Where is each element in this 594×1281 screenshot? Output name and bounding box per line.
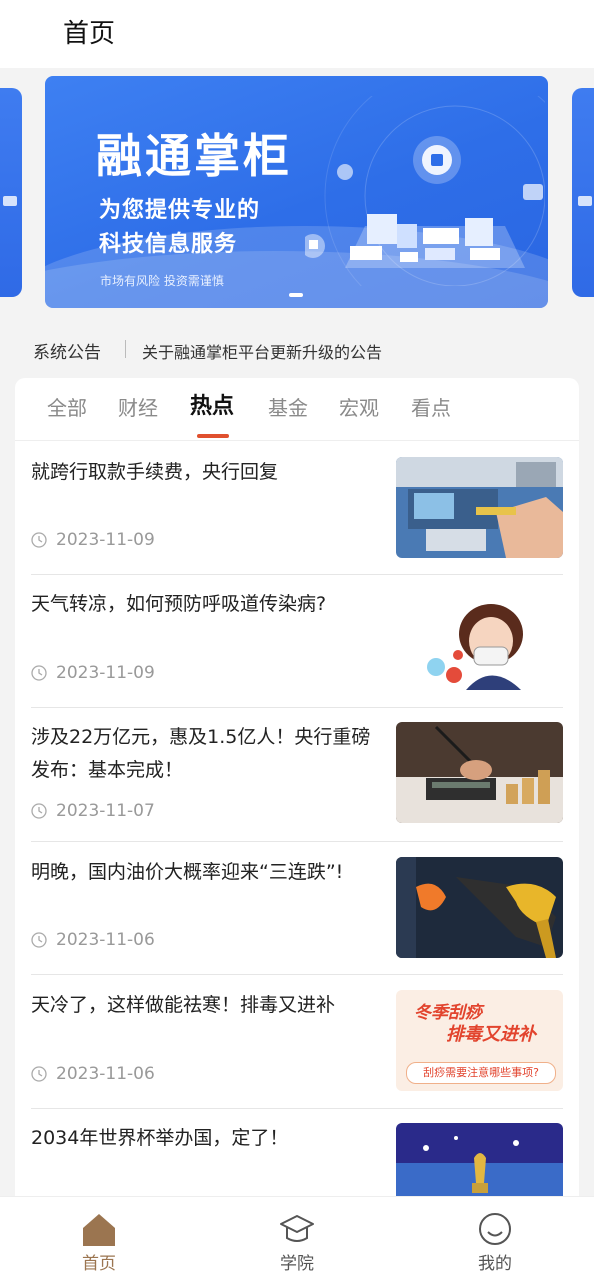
news-date-text: 2023-11-07 (56, 801, 155, 821)
news-title[interactable]: 涉及22万亿元，惠及1.5亿人！央行重磅发布：基本完成！ (31, 721, 376, 787)
news-title[interactable]: 天冷了，这样做能祛寒！排毒又进补 (31, 989, 376, 1022)
tab-finance[interactable]: 财经 (118, 394, 158, 422)
system-notice-bar[interactable]: 系统公告 关于融通掌柜平台更新升级的公告 (0, 325, 594, 373)
graduation-cap-icon (280, 1215, 314, 1242)
notice-tag: 系统公告 (33, 343, 101, 363)
news-date: 2023-11-09 (31, 530, 155, 550)
news-item[interactable]: 就跨行取款手续费，央行回复 2023-11-09 (31, 456, 563, 575)
active-tab-indicator (197, 434, 229, 438)
news-item[interactable]: 天气转凉，如何预防呼吸道传染病? 2023-11-09 (31, 588, 563, 708)
news-thumbnail-fuel-nozzle[interactable] (396, 857, 563, 958)
banner-slide[interactable]: 融通掌柜 为您提供专业的 科技信息服务 市场有风险 投资需谨慎 (45, 76, 548, 308)
home-icon (83, 1214, 115, 1246)
news-item[interactable]: 涉及22万亿元，惠及1.5亿人！央行重磅发布：基本完成！ 2023-11-07 (31, 721, 563, 842)
banner-prev-peek[interactable] (0, 88, 22, 297)
nav-mine-label: 我的 (478, 1254, 512, 1274)
nav-academy[interactable]: 学院 (237, 1197, 357, 1281)
carousel-indicator[interactable] (289, 293, 303, 297)
news-date: 2023-11-09 (31, 663, 155, 683)
notice-divider (125, 340, 126, 358)
news-item[interactable]: 天冷了，这样做能祛寒！排毒又进补 2023-11-06 冬季刮痧 排毒又进补 刮… (31, 989, 563, 1109)
tab-all[interactable]: 全部 (47, 394, 87, 422)
page-title: 首页 (63, 19, 116, 49)
nav-academy-label: 学院 (280, 1254, 314, 1274)
news-title[interactable]: 天气转凉，如何预防呼吸道传染病? (31, 588, 376, 621)
news-date-text: 2023-11-09 (56, 663, 155, 683)
news-date: 2023-11-06 (31, 1064, 155, 1084)
news-title[interactable]: 就跨行取款手续费，央行回复 (31, 456, 376, 489)
clock-icon (31, 665, 47, 681)
tab-fund[interactable]: 基金 (268, 394, 308, 422)
category-tabs: 全部 财经 热点 基金 宏观 看点 (15, 378, 579, 441)
news-date: 2023-11-07 (31, 801, 155, 821)
news-item[interactable]: 明晚，国内油价大概率迎来“三连跌”! 2023-11-06 (31, 856, 563, 975)
news-date-text: 2023-11-06 (56, 1064, 155, 1084)
banner-risk-note: 市场有风险 投资需谨慎 (100, 274, 224, 288)
tab-hot[interactable]: 热点 (190, 393, 234, 421)
nav-home[interactable]: 首页 (39, 1197, 159, 1281)
news-date-text: 2023-11-09 (56, 530, 155, 550)
tab-highlights[interactable]: 看点 (411, 394, 451, 422)
smiley-face-icon (479, 1213, 511, 1245)
banner-city-illustration (305, 96, 545, 286)
bottom-navigation: 首页 学院 我的 (0, 1196, 594, 1281)
banner-next-peek[interactable] (572, 88, 594, 297)
banner-carousel[interactable]: 融通掌柜 为您提供专业的 科技信息服务 市场有风险 投资需谨慎 (0, 76, 594, 308)
news-thumbnail-winter-poster[interactable]: 冬季刮痧 排毒又进补 刮痧需要注意哪些事项? (396, 990, 563, 1091)
news-date-text: 2023-11-06 (56, 930, 155, 950)
banner-subtitle-1: 为您提供专业的 (99, 198, 261, 223)
banner-brand: 融通掌柜 (96, 129, 292, 183)
banner-subtitle-2: 科技信息服务 (99, 232, 238, 257)
news-thumbnail-atm[interactable] (396, 457, 563, 558)
news-feed: 全部 财经 热点 基金 宏观 看点 就跨行取款手续费，央行回复 2023-11-… (15, 378, 579, 1208)
clock-icon (31, 532, 47, 548)
nav-home-label: 首页 (82, 1254, 116, 1274)
poster-caption: 刮痧需要注意哪些事项? (406, 1062, 556, 1084)
nav-mine[interactable]: 我的 (435, 1197, 555, 1281)
clock-icon (31, 1066, 47, 1082)
news-date: 2023-11-06 (31, 930, 155, 950)
poster-subtitle: 排毒又进补 (446, 1024, 536, 1045)
banner-peek-icon (578, 196, 592, 206)
notice-text[interactable]: 关于融通掌柜平台更新升级的公告 (142, 339, 382, 363)
banner-peek-icon (3, 196, 17, 206)
news-title[interactable]: 2034年世界杯举办国，定了！ (31, 1122, 376, 1155)
news-title[interactable]: 明晚，国内油价大概率迎来“三连跌”! (31, 856, 376, 889)
clock-icon (31, 803, 47, 819)
news-thumbnail-mask[interactable] (396, 589, 563, 690)
app-header: 首页 (0, 0, 594, 68)
clock-icon (31, 932, 47, 948)
tab-macro[interactable]: 宏观 (339, 394, 379, 422)
news-thumbnail-calculator[interactable] (396, 722, 563, 823)
